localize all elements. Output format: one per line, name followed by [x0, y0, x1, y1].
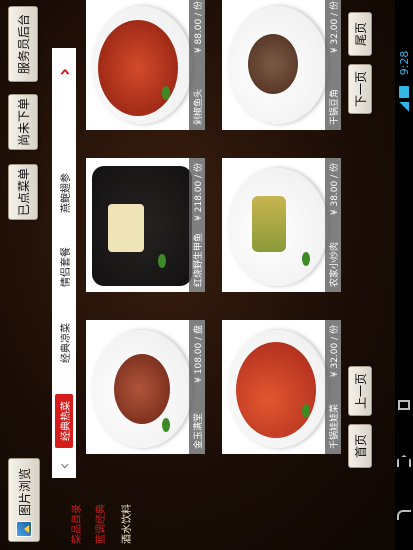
dish-price: ¥ 218.00 / 份: [193, 163, 204, 221]
dish-image: [114, 354, 170, 424]
dish-price: ¥ 38.00 / 份: [329, 163, 340, 216]
picture-icon: [16, 521, 32, 537]
dish-price: ¥ 108.00 / 盘: [193, 325, 204, 383]
tab-delicacies[interactable]: 燕鲍翅参: [55, 166, 73, 220]
chevron-left-icon: ‹: [53, 462, 75, 470]
sidebar-item-blues-classic[interactable]: 蓝调经典: [92, 504, 107, 544]
photo-browse-label: 图片浏览: [17, 467, 32, 516]
dish-card-fish-head[interactable]: 剁椒鱼头 ¥ 88.00 / 份: [86, 0, 205, 130]
dish-card-stir-fry[interactable]: 农家小炒肉 ¥ 38.00 / 份: [222, 158, 341, 292]
dish-image: [252, 196, 286, 252]
dish-card-turtle[interactable]: 红烧野生甲鱼 ¥ 218.00 / 份: [86, 158, 205, 292]
dish-name: 金玉满堂: [193, 412, 204, 449]
category-tab-strip: 经典热菜 经典凉菜 情侣套餐 燕鲍翅参: [52, 96, 76, 454]
next-page-button[interactable]: 下一页: [348, 64, 372, 114]
dish-name: 农家小炒肉: [329, 241, 340, 287]
dish-image: [98, 20, 178, 116]
dish-name: 干锅豆角: [329, 88, 340, 125]
dish-name: 千锅娃娃菜: [329, 403, 340, 449]
chevron-right-icon: ›: [52, 67, 76, 77]
prev-page-button[interactable]: 上一页: [348, 366, 372, 416]
dish-price: ¥ 88.00 / 份: [193, 1, 204, 54]
dish-card-baby-cabbage[interactable]: 千锅娃娃菜 ¥ 32.00 / 份: [222, 320, 341, 454]
not-ordered-button[interactable]: 尚未下单: [8, 94, 38, 150]
recents-icon[interactable]: [398, 400, 410, 410]
sidebar-item-menu[interactable]: 菜品目录: [68, 504, 83, 544]
dish-image: [248, 34, 298, 94]
dish-name: 红烧野生甲鱼: [193, 232, 204, 287]
tab-couple-sets[interactable]: 情侣套餐: [55, 240, 73, 294]
app-canvas: 图片浏览 已点菜单 尚未下单 服务员后台 菜品目录 蓝调经典 酒水饮料 ‹ 经典…: [0, 0, 390, 550]
first-page-button[interactable]: 首页: [348, 424, 372, 468]
tab-scroll-right[interactable]: ›: [52, 48, 76, 96]
dish-image: [108, 204, 144, 252]
battery-icon: [399, 86, 409, 98]
back-icon[interactable]: [397, 510, 411, 520]
tab-scroll-left[interactable]: ‹: [52, 454, 76, 478]
tab-cold-dishes[interactable]: 经典凉菜: [55, 316, 73, 370]
last-page-button[interactable]: 尾页: [348, 12, 372, 56]
dish-card-jinyu[interactable]: 金玉满堂 ¥ 108.00 / 盘: [86, 320, 205, 454]
dish-image: [236, 342, 316, 438]
dish-price: ¥ 32.00 / 份: [329, 1, 340, 54]
dish-price: ¥ 32.00 / 份: [329, 325, 340, 378]
wifi-icon: [399, 102, 409, 112]
clock: 9:28: [397, 50, 411, 76]
waiter-backend-button[interactable]: 服务员后台: [8, 6, 38, 82]
tab-hot-dishes[interactable]: 经典热菜: [55, 394, 73, 448]
sidebar-item-drinks[interactable]: 酒水饮料: [118, 504, 133, 544]
dish-name: 剁椒鱼头: [193, 88, 204, 125]
system-status-bar: [395, 0, 413, 550]
screen: 图片浏览 已点菜单 尚未下单 服务员后台 菜品目录 蓝调经典 酒水饮料 ‹ 经典…: [0, 0, 413, 550]
photo-browse-button[interactable]: 图片浏览: [8, 458, 40, 542]
ordered-menu-button[interactable]: 已点菜单: [8, 164, 38, 220]
dish-card-beans[interactable]: 干锅豆角 ¥ 32.00 / 份: [222, 0, 341, 130]
